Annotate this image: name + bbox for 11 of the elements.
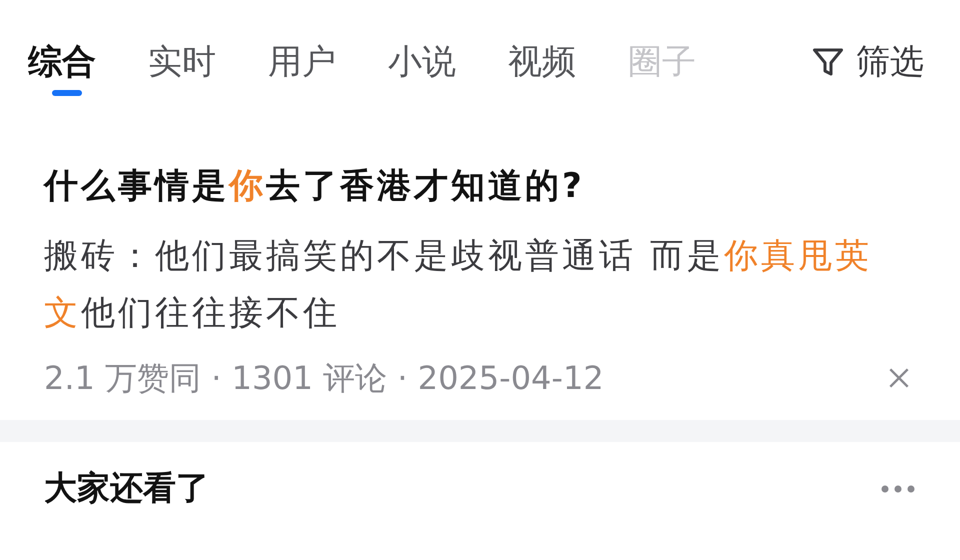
result-meta: 2.1 万赞同 · 1301 评论 · 2025-04-12 — [44, 358, 605, 399]
tab[interactable]: 用户 — [268, 38, 336, 102]
tab-indicator — [52, 90, 82, 96]
tab[interactable]: 实时 — [148, 38, 216, 102]
result-snippet: 搬砖：他们最搞笑的不是歧视普通话 而是你真甩英文他们往往接不住 — [44, 235, 873, 335]
tab[interactable]: 视频 — [508, 38, 576, 102]
filter-button[interactable]: 筛选 — [810, 38, 924, 86]
result-title: 什么事情是你去了香港才知道的? — [44, 165, 586, 208]
more-icon[interactable] — [880, 484, 916, 494]
related-title: 大家还看了 — [44, 467, 209, 509]
tab[interactable]: 小说 — [388, 38, 456, 102]
